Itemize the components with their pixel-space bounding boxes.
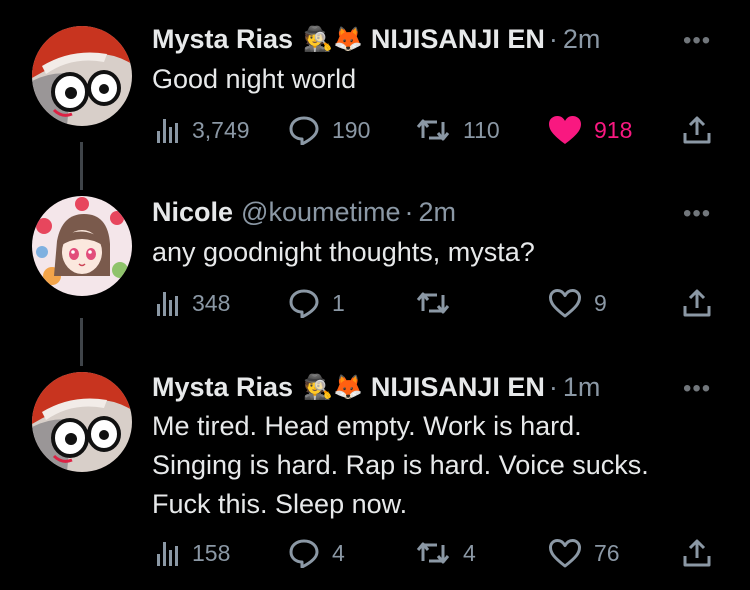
views-button[interactable]: 3,749 [156,113,250,147]
like-button[interactable]: 918 [548,113,632,147]
author-affiliation[interactable]: NIJISANJI EN [371,372,545,403]
timestamp[interactable]: 2m [419,197,457,228]
views-count: 3,749 [192,116,250,143]
action-bar: 348 1 9 [150,286,720,320]
separator: · [548,23,558,54]
more-icon[interactable]: ••• [683,200,711,228]
views-count: 348 [192,289,231,316]
separator: · [548,371,558,402]
reply-count: 1 [332,289,345,316]
like-count: 76 [594,539,620,566]
reply-button[interactable]: 190 [288,113,370,147]
action-bar: 3,749 190 110 918 [150,113,720,147]
retweet-count: 110 [463,116,500,143]
share-button[interactable] [682,286,712,320]
reply-icon [289,539,319,568]
reply-icon [289,116,319,145]
retweet-button[interactable]: 4 [415,536,476,570]
tweet-text: Good night world [152,64,357,94]
more-icon[interactable]: ••• [683,27,711,55]
tweet-header: Mysta Rias 🕵️🦊 NIJISANJI EN · 1m [152,371,600,403]
author-affiliation[interactable]: NIJISANJI EN [371,24,545,55]
separator: · [404,196,414,227]
share-icon [683,539,711,567]
author-name[interactable]: Mysta Rias [152,372,293,403]
author-name[interactable]: Mysta Rias [152,24,293,55]
retweet-count: 4 [463,539,476,566]
retweet-icon [416,292,450,314]
views-count: 158 [192,539,231,566]
author-emoji: 🕵️🦊 [303,25,363,53]
tweet-text: Me tired. Head empty. Work is hard. Sing… [152,411,649,519]
avatar-nicole-image [32,196,132,296]
views-icon [157,542,178,566]
like-button[interactable]: 9 [548,286,607,320]
like-button[interactable]: 76 [548,536,620,570]
views-button[interactable]: 158 [156,536,230,570]
action-bar: 158 4 4 76 [150,536,720,570]
retweet-icon [416,542,450,564]
tweet-header: Mysta Rias 🕵️🦊 NIJISANJI EN · 2m [152,23,600,55]
reply-button[interactable]: 4 [288,536,345,570]
like-icon [549,116,581,144]
author-emoji: 🕵️🦊 [303,373,363,401]
like-icon [549,289,581,318]
share-icon [683,289,711,317]
reply-icon [289,289,319,318]
retweet-button[interactable] [415,286,463,320]
reply-count: 190 [332,116,371,143]
like-count: 918 [594,116,633,143]
like-icon [549,539,581,568]
thread-line [80,318,83,366]
avatar-mysta-image [32,26,132,126]
timestamp[interactable]: 2m [563,24,601,55]
views-icon [157,292,178,316]
views-button[interactable]: 348 [156,286,230,320]
timestamp[interactable]: 1m [563,372,601,403]
like-count: 9 [594,289,607,316]
avatar-mysta-image [32,372,132,472]
more-icon[interactable]: ••• [683,375,711,403]
reply-button[interactable]: 1 [288,286,345,320]
reply-count: 4 [332,539,345,566]
thread-line [80,142,83,190]
share-button[interactable] [682,536,712,570]
author-handle[interactable]: @koumetime [241,197,400,228]
views-icon [157,119,178,143]
share-button[interactable] [682,113,712,147]
tweet-header: Nicole @koumetime · 2m [152,196,456,228]
retweet-button[interactable]: 110 [415,113,500,147]
share-icon [683,116,711,144]
avatar[interactable] [32,196,132,296]
avatar[interactable] [32,372,132,472]
avatar[interactable] [32,26,132,126]
author-name[interactable]: Nicole [152,197,233,228]
tweet-text: any goodnight thoughts, mysta? [152,237,535,267]
retweet-icon [416,119,450,141]
